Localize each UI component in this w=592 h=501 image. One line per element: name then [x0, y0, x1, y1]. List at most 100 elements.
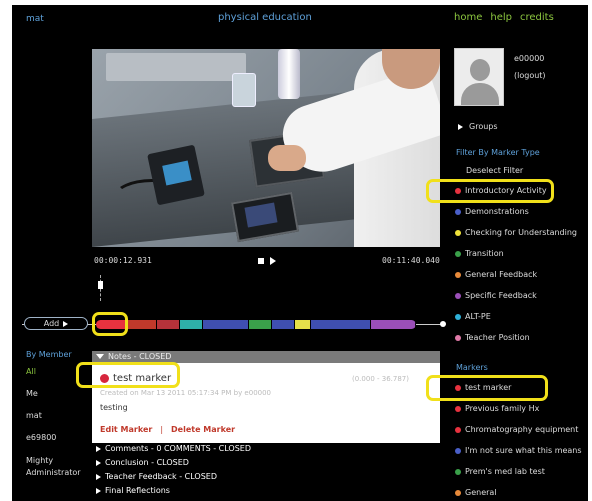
delete-marker-link[interactable]: Delete Marker: [171, 425, 235, 434]
timeline-marker-segment[interactable]: [370, 320, 416, 329]
stop-icon[interactable]: [258, 258, 264, 264]
note-meta: Created on Mar 13 2011 05:17:34 PM by e0…: [100, 389, 272, 397]
video-cylinder: [278, 49, 300, 99]
expand-icon: [96, 473, 101, 480]
marker-type-item[interactable]: Transition: [455, 243, 577, 264]
member-item-me[interactable]: Me: [26, 389, 81, 398]
marker-item[interactable]: test marker: [455, 377, 582, 398]
section-label: Conclusion - CLOSED: [105, 458, 189, 467]
timeline-marker-segment[interactable]: [157, 320, 181, 329]
top-nav: home help credits: [454, 12, 554, 23]
note-title: test marker: [100, 373, 171, 384]
marker-type-item[interactable]: ALT-PE: [455, 306, 577, 327]
section-label: Teacher Feedback - CLOSED: [105, 472, 217, 481]
marker-type-item[interactable]: General Feedback: [455, 264, 577, 285]
expand-icon: [96, 459, 101, 466]
marker-label: Previous family Hx: [465, 404, 540, 413]
marker-item[interactable]: Prem's med lab test: [455, 461, 582, 482]
section-label: Final Reflections: [105, 486, 170, 495]
play-triangle-icon: [63, 320, 69, 327]
marker-label: test marker: [465, 383, 512, 392]
marker-type-item[interactable]: Checking for Understanding: [455, 222, 577, 243]
marker-color-dot-icon: [455, 468, 461, 475]
marker-color-dot-icon: [455, 334, 461, 341]
member-item-e69800[interactable]: e69800: [26, 433, 81, 442]
note-title-text: test marker: [113, 373, 172, 384]
member-item-mighty-administrator[interactable]: Mighty Administrator: [26, 455, 81, 479]
marker-type-label: Checking for Understanding: [465, 228, 578, 237]
note-time-range: (0.000 - 36.787): [352, 375, 409, 383]
marker-color-dot-icon: [455, 292, 461, 299]
playhead-handle[interactable]: [98, 281, 103, 289]
timeline-marker-segment[interactable]: [310, 320, 371, 329]
app-frame: mat physical education home help credits…: [12, 5, 588, 501]
marker-item[interactable]: I'm not sure what this means: [455, 440, 582, 461]
video-bottle: [232, 73, 256, 107]
timeline-marker-segment[interactable]: [203, 320, 249, 329]
notes-panel: test marker (0.000 - 36.787) Created on …: [92, 363, 440, 443]
expand-icon: [458, 123, 463, 130]
marker-color-dot-icon: [455, 405, 461, 412]
separator: |: [160, 425, 164, 434]
timeline-marker-segment[interactable]: [271, 320, 295, 329]
nav-home-link[interactable]: home: [454, 12, 482, 23]
member-item-mat[interactable]: mat: [26, 411, 81, 420]
notes-section-header[interactable]: Notes - CLOSED: [92, 351, 440, 363]
member-item-all[interactable]: All: [26, 367, 81, 376]
timeline-markers[interactable]: [96, 320, 416, 329]
user-id: e00000: [514, 54, 545, 63]
by-member-heading: By Member: [26, 350, 72, 359]
play-icon[interactable]: [270, 257, 276, 265]
marker-item[interactable]: Previous family Hx: [455, 398, 582, 419]
nav-help-link[interactable]: help: [490, 12, 512, 23]
marker-type-label: Introductory Activity: [465, 186, 547, 195]
marker-type-label: Demonstrations: [465, 207, 529, 216]
marker-type-item[interactable]: Specific Feedback: [455, 285, 577, 306]
timeline-marker-segment[interactable]: [126, 320, 158, 329]
marker-type-item[interactable]: Demonstrations: [455, 201, 577, 222]
marker-color-dot-icon: [455, 208, 461, 215]
video-player[interactable]: [92, 49, 440, 247]
member-list: All Me mat e69800 Mighty Administrator: [26, 367, 81, 492]
timeline-end-handle[interactable]: [440, 321, 446, 327]
avatar-body: [461, 83, 499, 105]
groups-toggle[interactable]: Groups: [458, 122, 498, 131]
header-user-link[interactable]: mat: [26, 14, 44, 24]
marker-item[interactable]: General: [455, 482, 582, 501]
chevron-down-icon: [96, 354, 104, 359]
timeline-marker-segment[interactable]: [180, 320, 204, 329]
marker-dot-icon: [100, 374, 109, 383]
avatar: [454, 48, 504, 106]
notes-header-label: Notes - CLOSED: [108, 352, 172, 361]
expand-icon: [96, 487, 101, 494]
groups-label: Groups: [469, 122, 498, 131]
marker-type-label: ALT-PE: [465, 312, 491, 321]
section-label: Comments - 0 COMMENTS - CLOSED: [105, 444, 251, 453]
member-name-line2: Administrator: [26, 468, 81, 477]
marker-type-item[interactable]: Introductory Activity: [455, 180, 577, 201]
add-marker-button[interactable]: Add: [24, 317, 88, 330]
marker-label: Prem's med lab test: [465, 467, 545, 476]
nav-credits-link[interactable]: credits: [520, 12, 554, 23]
timeline-marker-segment[interactable]: [248, 320, 272, 329]
marker-color-dot-icon: [455, 384, 461, 391]
current-time: 00:00:12.931: [94, 256, 152, 265]
marker-type-label: Transition: [465, 249, 504, 258]
marker-label: General: [465, 488, 497, 497]
edit-marker-link[interactable]: Edit Marker: [100, 425, 152, 434]
final-reflections-section-bar[interactable]: Final Reflections: [92, 485, 440, 497]
marker-color-dot-icon: [455, 271, 461, 278]
marker-type-label: Specific Feedback: [465, 291, 537, 300]
teacher-feedback-section-bar[interactable]: Teacher Feedback - CLOSED: [92, 471, 440, 483]
marker-type-item[interactable]: Teacher Position: [455, 327, 577, 348]
comments-section-bar[interactable]: Comments - 0 COMMENTS - CLOSED: [92, 443, 440, 455]
timeline-marker-segment[interactable]: [294, 320, 311, 329]
conclusion-section-bar[interactable]: Conclusion - CLOSED: [92, 457, 440, 469]
marker-item[interactable]: Chromatography equipment: [455, 419, 582, 440]
member-name-line1: Mighty: [26, 456, 54, 465]
timeline-marker-segment[interactable]: [96, 320, 127, 329]
marker-label: Chromatography equipment: [465, 425, 579, 434]
marker-color-dot-icon: [455, 447, 461, 454]
logout-link[interactable]: (logout): [514, 71, 546, 80]
deselect-filter-link[interactable]: Deselect Filter: [466, 166, 523, 175]
